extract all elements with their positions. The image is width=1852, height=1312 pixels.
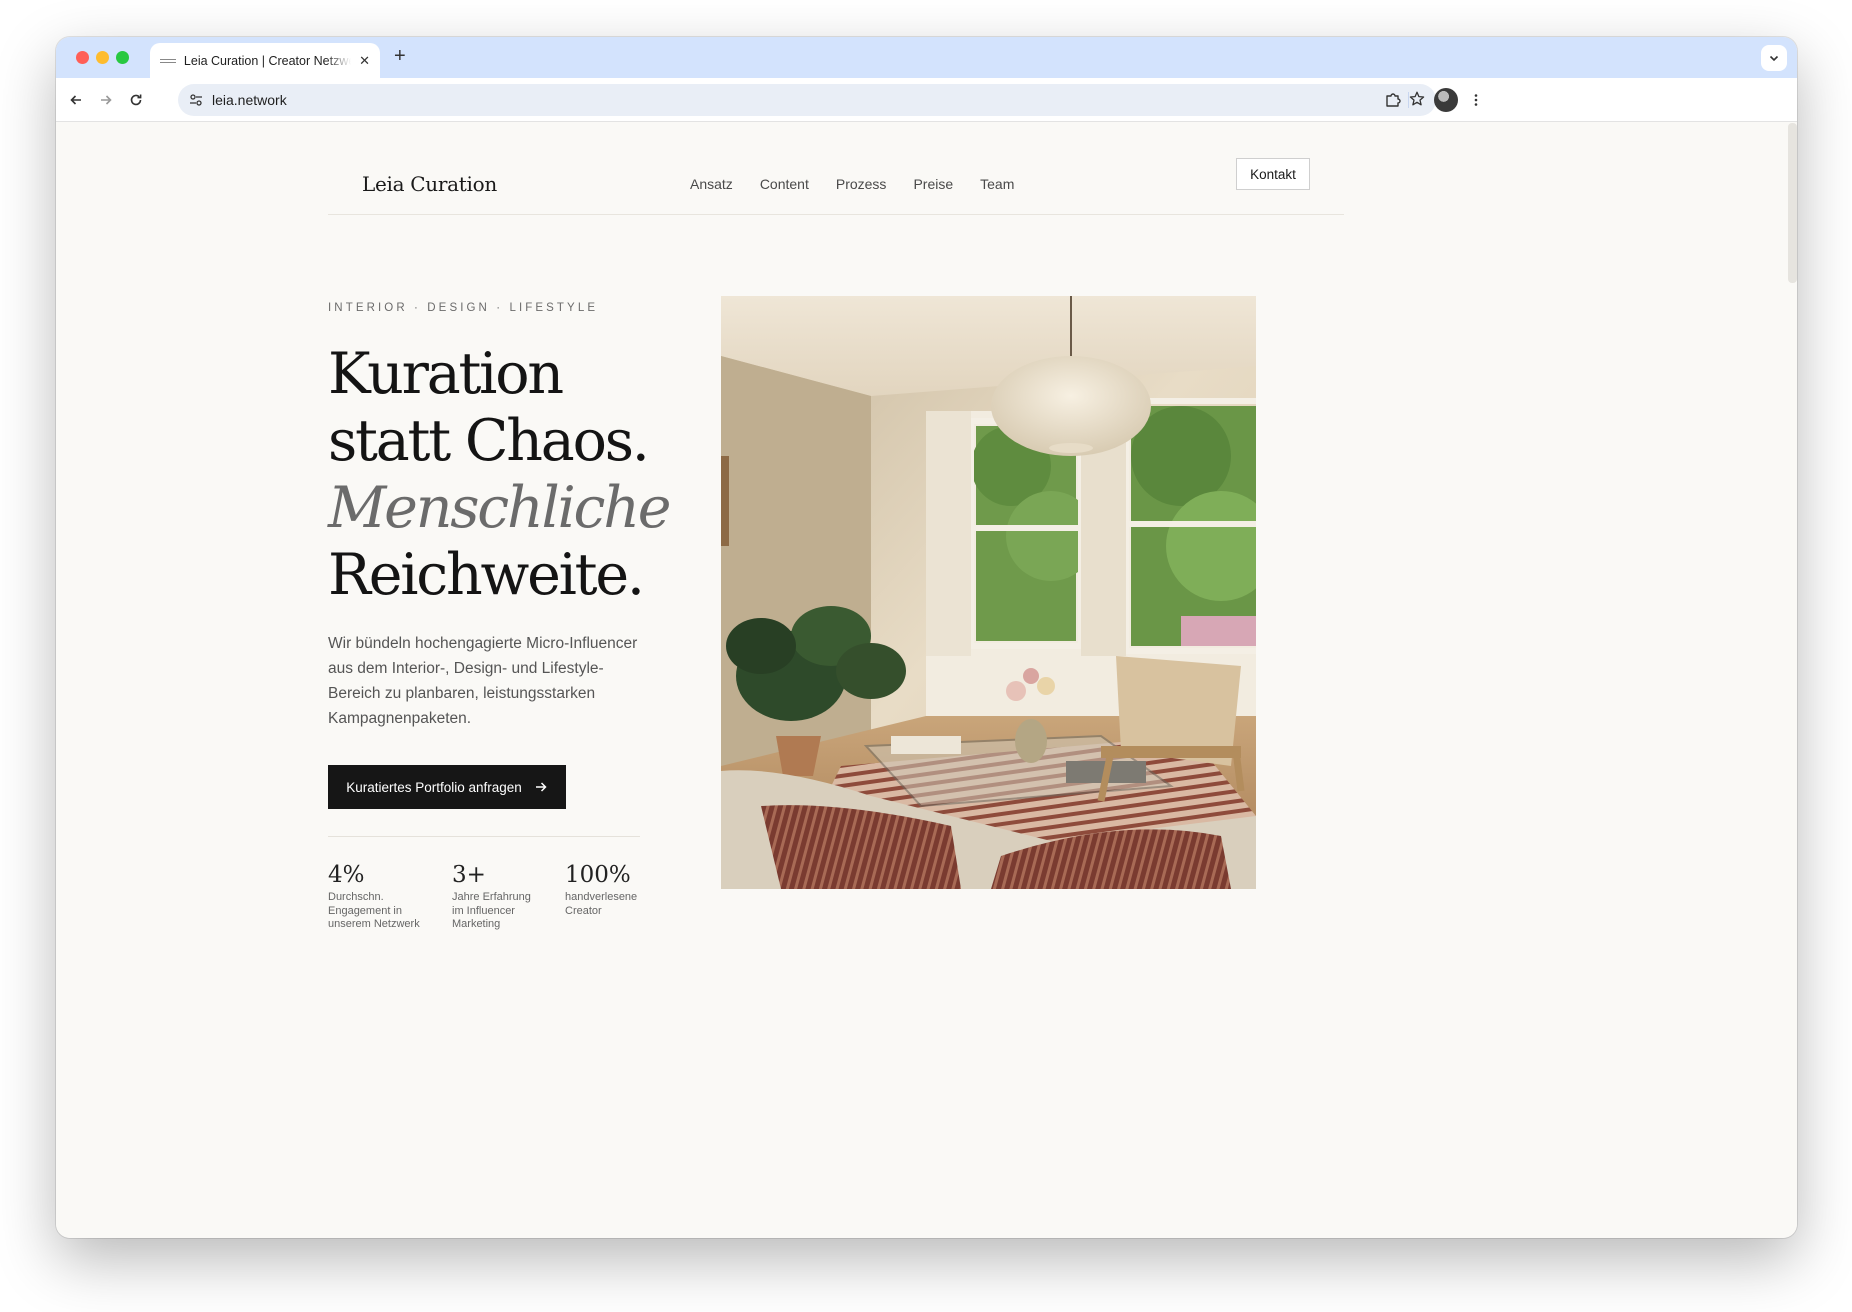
main-nav: Ansatz Content Prozess Preise Team: [690, 176, 1041, 192]
stat-value: 100%: [565, 862, 631, 888]
forward-arrow-icon: [101, 95, 112, 105]
more-vertical-icon: [1474, 94, 1478, 106]
stat-value: 3+: [452, 862, 486, 888]
browser-menu-button[interactable]: [1464, 88, 1488, 112]
headline-line-2: statt Chaos.: [328, 408, 650, 474]
tab-strip: Leia Curation | Creator Netzwerk ✕ +: [56, 37, 1797, 78]
close-window-button[interactable]: [76, 51, 89, 64]
web-page: Leia Curation Ansatz Content Prozess Pre…: [56, 123, 1797, 1238]
reload-icon: [130, 94, 142, 106]
toolbar-divider: [1408, 92, 1409, 108]
headline-line-3-italic: Menschliche: [328, 475, 672, 541]
headline-line-1: Kuration: [328, 341, 564, 407]
minimize-window-button[interactable]: [96, 51, 109, 64]
browser-toolbar: leia.network: [56, 78, 1797, 122]
nav-link-prozess[interactable]: Prozess: [836, 176, 887, 192]
site-favicon-icon: [160, 56, 176, 66]
header-divider: [328, 214, 1344, 215]
address-bar[interactable]: leia.network: [178, 84, 1436, 116]
maximize-window-button[interactable]: [116, 51, 129, 64]
reload-button[interactable]: [124, 88, 148, 112]
tab-close-icon[interactable]: ✕: [359, 53, 370, 69]
hero-eyebrow: INTERIOR · DESIGN · LIFESTYLE: [328, 302, 599, 314]
stat-label: handverlesene Creator: [565, 891, 638, 917]
living-room-illustration: [721, 296, 1256, 889]
stat-engagement: 4% Durchschn. Engagement in unserem Netz…: [328, 861, 428, 932]
stat-value: 4%: [328, 862, 365, 888]
stat-experience: 3+ Jahre Erfahrung im Influencer Marketi…: [452, 861, 532, 932]
tab-search-button[interactable]: [1761, 45, 1787, 71]
back-arrow-icon: [70, 95, 81, 105]
nav-link-team[interactable]: Team: [980, 176, 1014, 192]
browser-window: Leia Curation | Creator Netzwerk ✕ + lei…: [56, 37, 1797, 1238]
stat-label: Jahre Erfahrung im Influencer Marketing: [452, 891, 531, 931]
hero-interior-photo: [721, 296, 1256, 889]
chevron-down-icon: [1769, 55, 1779, 62]
site-settings-icon[interactable]: [188, 92, 204, 108]
contact-button[interactable]: Kontakt: [1236, 158, 1310, 190]
new-tab-icon[interactable]: +: [394, 46, 406, 66]
stat-label: Durchschn. Engagement in unserem Netzwer…: [328, 891, 420, 931]
puzzle-icon: [1386, 93, 1401, 107]
arrow-right-icon: [535, 782, 547, 792]
site-logo[interactable]: Leia Curation: [362, 172, 497, 196]
nav-link-preise[interactable]: Preise: [913, 176, 953, 192]
nav-link-content[interactable]: Content: [760, 176, 809, 192]
page-scrollbar[interactable]: [1788, 123, 1797, 283]
stat-creators: 100% handverlesene Creator: [565, 861, 655, 918]
portfolio-request-button[interactable]: Kuratiertes Portfolio anfragen: [328, 765, 566, 809]
bookmark-star-icon[interactable]: [1408, 90, 1426, 108]
hero-lead-paragraph: Wir bündeln hochengagierte Micro-Influen…: [328, 635, 638, 727]
hero-headline: Kuration statt Chaos. Menschliche Reichw…: [328, 341, 708, 609]
browser-tab[interactable]: Leia Curation | Creator Netzwerk ✕: [150, 43, 380, 78]
back-button[interactable]: [64, 88, 88, 112]
forward-button[interactable]: [94, 88, 118, 112]
url-text[interactable]: leia.network: [212, 92, 287, 108]
extensions-button[interactable]: [1381, 88, 1405, 112]
tab-title: Leia Curation | Creator Netzwerk: [183, 53, 352, 68]
nav-link-ansatz[interactable]: Ansatz: [690, 176, 733, 192]
cta-label: Kuratiertes Portfolio anfragen: [346, 779, 522, 795]
stats-divider: [328, 836, 640, 837]
profile-avatar[interactable]: [1434, 88, 1458, 112]
headline-line-4: Reichweite.: [328, 542, 645, 608]
